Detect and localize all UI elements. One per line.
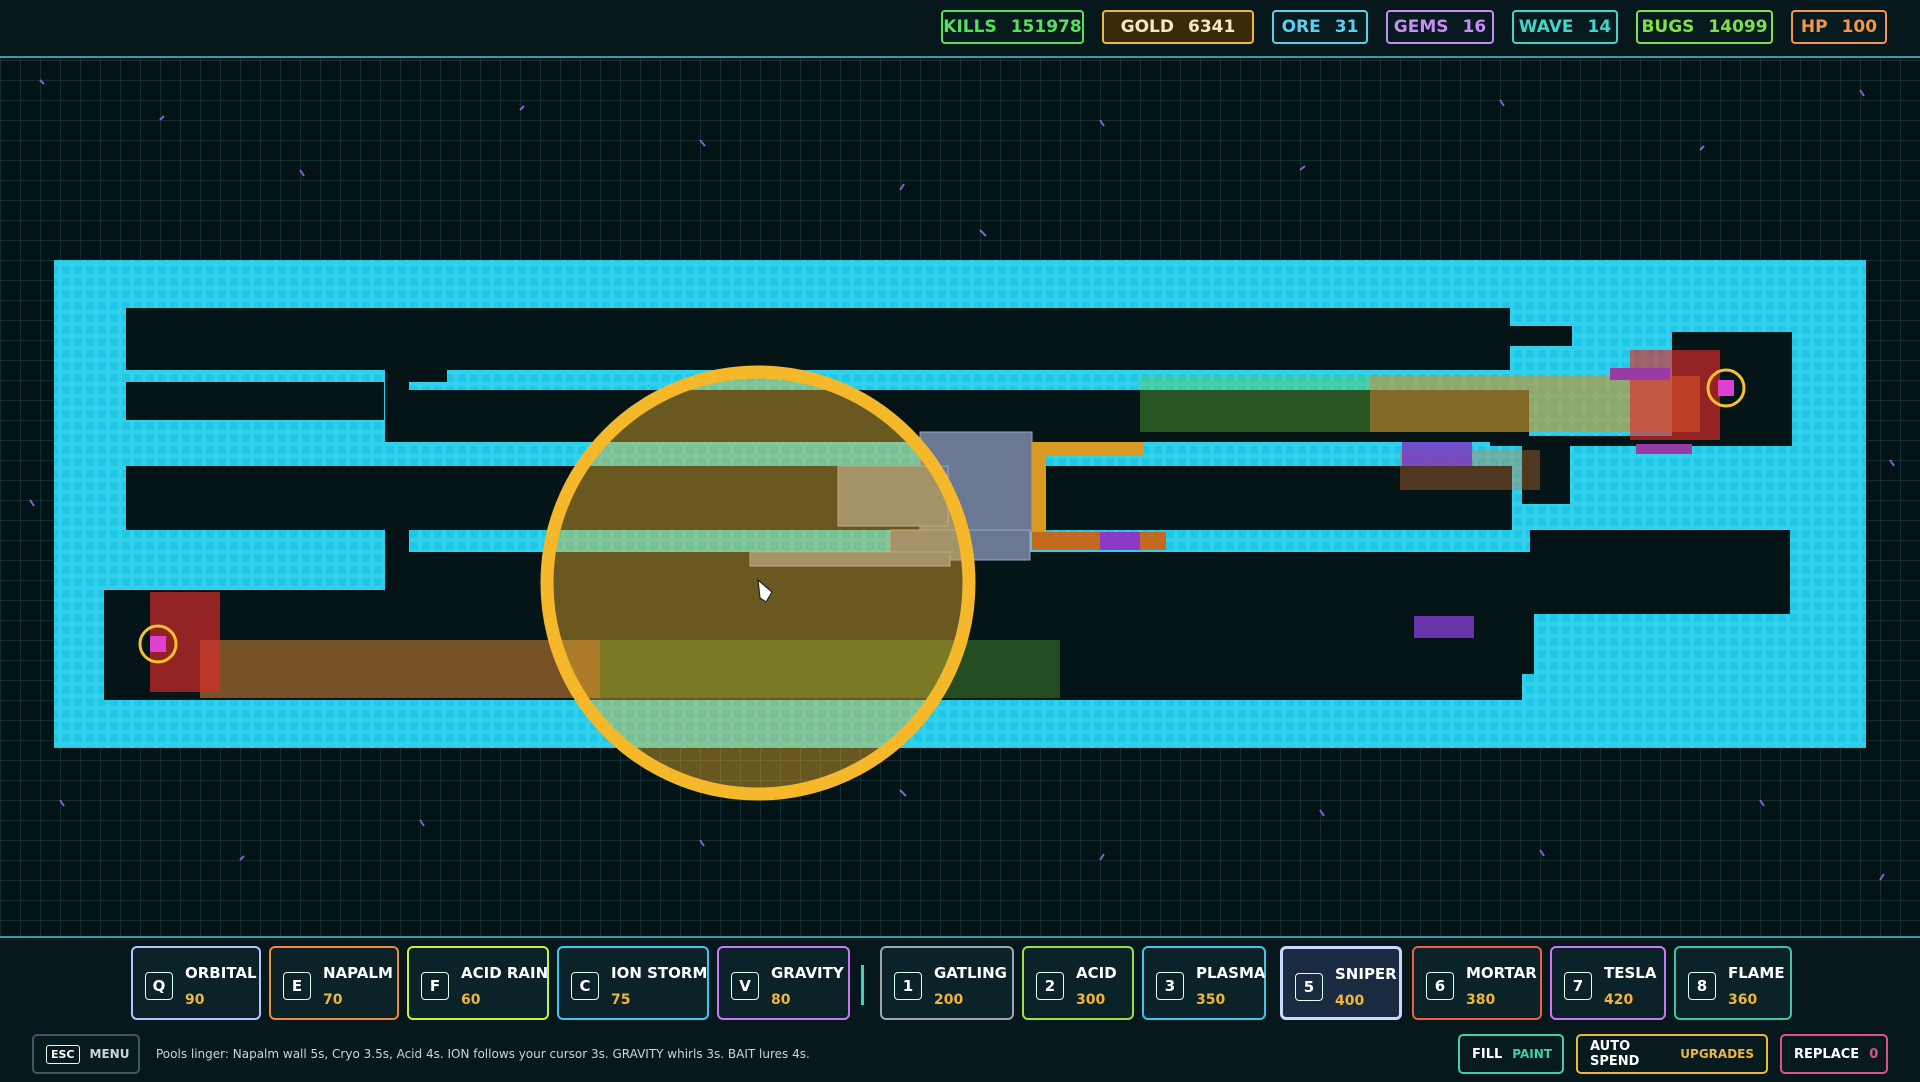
replace-button[interactable]: REPLACE 0 xyxy=(1780,1034,1888,1074)
ability-napalm-button[interactable]: E NAPALM 70 xyxy=(269,946,399,1020)
menu-button[interactable]: ESC MENU xyxy=(32,1034,140,1074)
hotkey-label: F xyxy=(421,972,449,1000)
ore-stat: ORE 31 xyxy=(1272,10,1368,44)
ability-name: ACID RAIN xyxy=(461,964,549,982)
stat-label: HP xyxy=(1800,17,1828,37)
tower-cost: 400 xyxy=(1335,993,1365,1009)
kills-stat: KILLS 151978 xyxy=(941,10,1084,44)
tower-name: TESLA xyxy=(1604,964,1657,982)
tower-acid-button[interactable]: 2 ACID 300 xyxy=(1022,946,1134,1020)
tower-name: PLASMA xyxy=(1196,964,1266,982)
fill-value: PAINT xyxy=(1512,1047,1552,1061)
ability-cost: 75 xyxy=(611,992,631,1008)
hotkey-label: 5 xyxy=(1295,973,1323,1001)
tower-cost: 200 xyxy=(934,992,964,1008)
tower-tesla-button[interactable]: 7 TESLA 420 xyxy=(1550,946,1666,1020)
tower-cost: 300 xyxy=(1076,992,1106,1008)
menu-label: MENU xyxy=(89,1047,130,1061)
stat-label: KILLS xyxy=(943,17,997,37)
stat-value: 31 xyxy=(1334,17,1359,37)
tower-cost: 420 xyxy=(1604,992,1634,1008)
auto-spend-value: UPGRADES xyxy=(1680,1047,1754,1061)
replace-label: REPLACE xyxy=(1794,1046,1860,1062)
tower-cost: 380 xyxy=(1466,992,1496,1008)
hotkey-label: 8 xyxy=(1688,972,1716,1000)
tower-name: ACID xyxy=(1076,964,1117,982)
stat-value: 6341 xyxy=(1188,17,1236,37)
toolbar-divider xyxy=(861,965,864,1005)
tower-plasma-button[interactable]: 3 PLASMA 350 xyxy=(1142,946,1266,1020)
hotkey-label: 3 xyxy=(1156,972,1184,1000)
tower-cost: 350 xyxy=(1196,992,1226,1008)
tower-name: GATLING xyxy=(934,964,1007,982)
hotkey-label: 6 xyxy=(1426,972,1454,1000)
ability-gravity-button[interactable]: V GRAVITY 80 xyxy=(717,946,850,1020)
esc-key-label: ESC xyxy=(46,1044,80,1064)
auto-spend-label: AUTO SPEND xyxy=(1590,1039,1640,1069)
ability-name: ION STORM xyxy=(611,964,708,982)
hp-stat: HP 100 xyxy=(1791,10,1887,44)
stat-label: ORE xyxy=(1281,17,1321,37)
bugs-stat: BUGS 14099 xyxy=(1636,10,1773,44)
stat-value: 100 xyxy=(1841,17,1878,37)
stat-value: 14 xyxy=(1587,17,1612,37)
hotkey-label: Q xyxy=(145,972,173,1000)
fill-paint-toggle[interactable]: FILL PAINT xyxy=(1458,1034,1564,1074)
hotkey-label: C xyxy=(571,972,599,1000)
stat-label: GOLD xyxy=(1120,17,1175,37)
tower-flame-button[interactable]: 8 FLAME 360 xyxy=(1674,946,1792,1020)
stat-value: 14099 xyxy=(1708,17,1768,37)
ability-name: NAPALM xyxy=(323,964,393,982)
ability-name: ORBITAL xyxy=(185,964,257,982)
gold-stat: GOLD 6341 xyxy=(1102,10,1254,44)
ability-ion-storm-button[interactable]: C ION STORM 75 xyxy=(557,946,709,1020)
tower-name: FLAME xyxy=(1728,964,1785,982)
stat-label: GEMS xyxy=(1393,17,1449,37)
ability-cost: 70 xyxy=(323,992,343,1008)
ability-acid-rain-button[interactable]: F ACID RAIN 60 xyxy=(407,946,549,1020)
ability-cost: 80 xyxy=(771,992,791,1008)
stat-label: BUGS xyxy=(1641,17,1695,37)
fill-label: FILL xyxy=(1472,1046,1503,1062)
stat-value: 16 xyxy=(1462,17,1487,37)
ability-cost: 60 xyxy=(461,992,481,1008)
tower-gatling-button[interactable]: 1 GATLING 200 xyxy=(880,946,1014,1020)
tower-name: SNIPER xyxy=(1335,965,1397,983)
wave-stat: WAVE 14 xyxy=(1512,10,1618,44)
replace-count: 0 xyxy=(1869,1046,1879,1062)
game-board[interactable] xyxy=(0,58,1920,936)
stat-label: WAVE xyxy=(1518,17,1574,37)
hotkey-label: V xyxy=(731,972,759,1000)
ability-orbital-button[interactable]: Q ORBITAL 90 xyxy=(131,946,261,1020)
stat-value: 151978 xyxy=(1010,17,1082,37)
hint-text: Pools linger: Napalm wall 5s, Cryo 3.5s,… xyxy=(156,1047,810,1061)
ability-cost: 90 xyxy=(185,992,205,1008)
hotkey-label: 7 xyxy=(1564,972,1592,1000)
auto-spend-toggle[interactable]: AUTO SPEND UPGRADES xyxy=(1576,1034,1768,1074)
hotkey-label: 2 xyxy=(1036,972,1064,1000)
ability-name: GRAVITY xyxy=(771,964,844,982)
hotkey-label: E xyxy=(283,972,311,1000)
tower-name: MORTAR xyxy=(1466,964,1537,982)
gems-stat: GEMS 16 xyxy=(1386,10,1494,44)
tower-sniper-button[interactable]: 5 SNIPER 400 xyxy=(1280,946,1402,1020)
tower-mortar-button[interactable]: 6 MORTAR 380 xyxy=(1412,946,1542,1020)
tower-cost: 360 xyxy=(1728,992,1758,1008)
hotkey-label: 1 xyxy=(894,972,922,1000)
